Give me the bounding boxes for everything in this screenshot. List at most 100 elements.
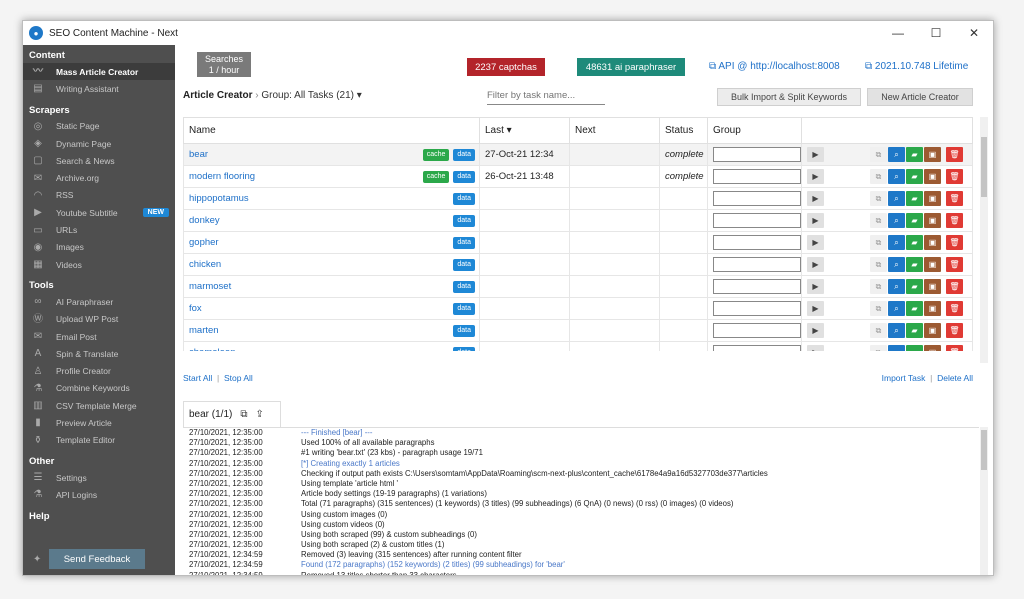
copy-icon[interactable]: ⧉ (870, 279, 887, 294)
start-all-link[interactable]: Start All (183, 373, 212, 383)
clipboard-icon[interactable]: ▣ (924, 191, 941, 206)
data-tag[interactable]: data (453, 148, 475, 161)
group-input[interactable] (713, 279, 801, 294)
clipboard-icon[interactable]: ▣ (924, 147, 941, 162)
close-button[interactable]: ✕ (955, 21, 993, 45)
sidebar-item-urls[interactable]: ▭ URLs (23, 221, 175, 238)
task-name-link[interactable]: chameleon (189, 347, 235, 352)
data-tag[interactable]: data (453, 324, 475, 337)
search-icon[interactable]: ⌕ (888, 213, 905, 228)
folder-icon[interactable]: ▰ (906, 235, 923, 250)
clipboard-icon[interactable]: ▣ (924, 235, 941, 250)
table-row[interactable]: data chicken ▶ ⧉ ⌕ ▰ ▣ 🗑 (183, 253, 973, 276)
version-link[interactable]: ⧉ 2021.10.748 Lifetime (865, 61, 968, 72)
copy-icon[interactable]: ⧉ (870, 323, 887, 338)
send-feedback-button[interactable]: Send Feedback (49, 549, 145, 569)
play-icon[interactable]: ▶ (807, 257, 824, 272)
group-input[interactable] (713, 235, 801, 250)
data-tag[interactable]: data (453, 192, 475, 205)
table-scrollbar[interactable] (980, 117, 988, 363)
search-icon[interactable]: ⌕ (888, 169, 905, 184)
sidebar-item-ai-paraphraser[interactable]: ∞ AI Paraphraser (23, 293, 175, 310)
sidebar-item-preview-article[interactable]: ▮ Preview Article (23, 414, 175, 431)
copy-icon[interactable]: ⧉ (870, 213, 887, 228)
log-scrollbar-thumb[interactable] (981, 430, 987, 470)
filter-input[interactable] (487, 87, 605, 105)
copy-icon[interactable]: ⧉ (870, 345, 887, 351)
task-name-link[interactable]: marten (189, 325, 219, 336)
search-icon[interactable]: ⌕ (888, 257, 905, 272)
group-input[interactable] (713, 323, 801, 338)
log-scrollbar[interactable] (980, 427, 988, 575)
task-name-link[interactable]: bear (189, 149, 208, 160)
folder-icon[interactable]: ▰ (906, 345, 923, 351)
api-link[interactable]: ⧉ API @ http://localhost:8008 (709, 61, 840, 72)
sidebar-item-archive-org[interactable]: ✉ Archive.org (23, 169, 175, 186)
data-tag[interactable]: data (453, 346, 475, 351)
group-input[interactable] (713, 169, 801, 184)
data-tag[interactable]: data (453, 236, 475, 249)
folder-icon[interactable]: ▰ (906, 169, 923, 184)
trash-icon[interactable]: 🗑 (946, 345, 963, 351)
header-next[interactable]: Next (569, 117, 660, 144)
cache-tag[interactable]: cache (422, 148, 450, 161)
task-name-link[interactable]: chicken (189, 259, 221, 270)
sidebar-item-mass-article-creator[interactable]: 〰 Mass Article Creator (23, 63, 175, 81)
header-name[interactable]: Name (183, 117, 480, 144)
group-input[interactable] (713, 301, 801, 316)
delete-all-link[interactable]: Delete All (937, 373, 973, 383)
table-row[interactable]: data hippopotamus ▶ ⧉ ⌕ ▰ ▣ 🗑 (183, 187, 973, 210)
copy-icon[interactable]: ⧉ (870, 191, 887, 206)
copy-icon[interactable]: ⧉ (870, 257, 887, 272)
folder-icon[interactable]: ▰ (906, 323, 923, 338)
table-scrollbar-thumb[interactable] (981, 137, 987, 197)
trash-icon[interactable]: 🗑 (946, 279, 963, 294)
clipboard-icon[interactable]: ▣ (924, 323, 941, 338)
folder-icon[interactable]: ▰ (906, 257, 923, 272)
table-row[interactable]: data marmoset ▶ ⧉ ⌕ ▰ ▣ 🗑 (183, 275, 973, 298)
sidebar-item-static-page[interactable]: ◎ Static Page (23, 118, 175, 135)
group-selector[interactable]: Group: All Tasks (21) (261, 90, 354, 101)
table-row[interactable]: data donkey ▶ ⧉ ⌕ ▰ ▣ 🗑 (183, 209, 973, 232)
group-input[interactable] (713, 257, 801, 272)
cache-tag[interactable]: cache (422, 170, 450, 183)
data-tag[interactable]: data (453, 280, 475, 293)
data-tag[interactable]: data (453, 258, 475, 271)
folder-icon[interactable]: ▰ (906, 191, 923, 206)
copy-icon[interactable]: ⧉ (870, 169, 887, 184)
header-group[interactable]: Group (707, 117, 802, 144)
group-input[interactable] (713, 345, 801, 351)
clipboard-icon[interactable]: ▣ (924, 257, 941, 272)
table-row[interactable]: data fox ▶ ⧉ ⌕ ▰ ▣ 🗑 (183, 297, 973, 320)
clipboard-icon[interactable]: ▣ (924, 279, 941, 294)
sidebar-item-search-news[interactable]: ▢ Search & News (23, 152, 175, 169)
play-icon[interactable]: ▶ (807, 169, 824, 184)
trash-icon[interactable]: 🗑 (946, 323, 963, 338)
maximize-button[interactable]: ☐ (917, 21, 955, 45)
folder-icon[interactable]: ▰ (906, 279, 923, 294)
task-name-link[interactable]: fox (189, 303, 202, 314)
sidebar-item-images[interactable]: ◉ Images (23, 239, 175, 256)
trash-icon[interactable]: 🗑 (946, 169, 963, 184)
play-icon[interactable]: ▶ (807, 147, 824, 162)
sidebar-item-writing-assistant[interactable]: ▤ Writing Assistant (23, 80, 175, 97)
search-icon[interactable]: ⌕ (888, 345, 905, 351)
sidebar-item-email-post[interactable]: ✉ Email Post (23, 328, 175, 345)
header-last[interactable]: Last ▾ (479, 117, 570, 144)
data-tag[interactable]: data (453, 302, 475, 315)
play-icon[interactable]: ▶ (807, 191, 824, 206)
clipboard-icon[interactable]: ▣ (924, 169, 941, 184)
folder-icon[interactable]: ▰ (906, 301, 923, 316)
task-name-link[interactable]: gopher (189, 237, 219, 248)
sidebar-item-settings[interactable]: ☰ Settings (23, 469, 175, 486)
header-status[interactable]: Status (659, 117, 708, 144)
play-icon[interactable]: ▶ (807, 323, 824, 338)
group-input[interactable] (713, 213, 801, 228)
copy-icon[interactable]: ⧉ (870, 235, 887, 250)
table-row[interactable]: data marten ▶ ⧉ ⌕ ▰ ▣ 🗑 (183, 319, 973, 342)
folder-icon[interactable]: ▰ (906, 147, 923, 162)
trash-icon[interactable]: 🗑 (946, 191, 963, 206)
log-tab[interactable]: bear (1/1) ⧉ ⇪ (183, 401, 281, 427)
copy-icon[interactable]: ⧉ (870, 301, 887, 316)
sidebar-item-spin-translate[interactable]: A Spin & Translate (23, 345, 175, 362)
